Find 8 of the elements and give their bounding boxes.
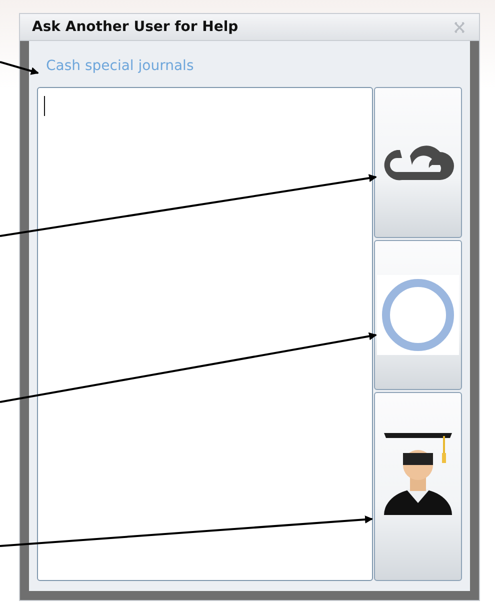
graduate-button[interactable]: [374, 392, 462, 582]
callout-arrow: [0, 61, 39, 75]
window-title: Ask Another User for Help: [32, 19, 238, 35]
cloud-button[interactable]: [374, 87, 462, 238]
message-field[interactable]: [37, 87, 373, 581]
topic-link[interactable]: Cash special journals: [46, 58, 194, 74]
close-icon[interactable]: [454, 22, 465, 32]
ring-icon: [377, 275, 459, 355]
